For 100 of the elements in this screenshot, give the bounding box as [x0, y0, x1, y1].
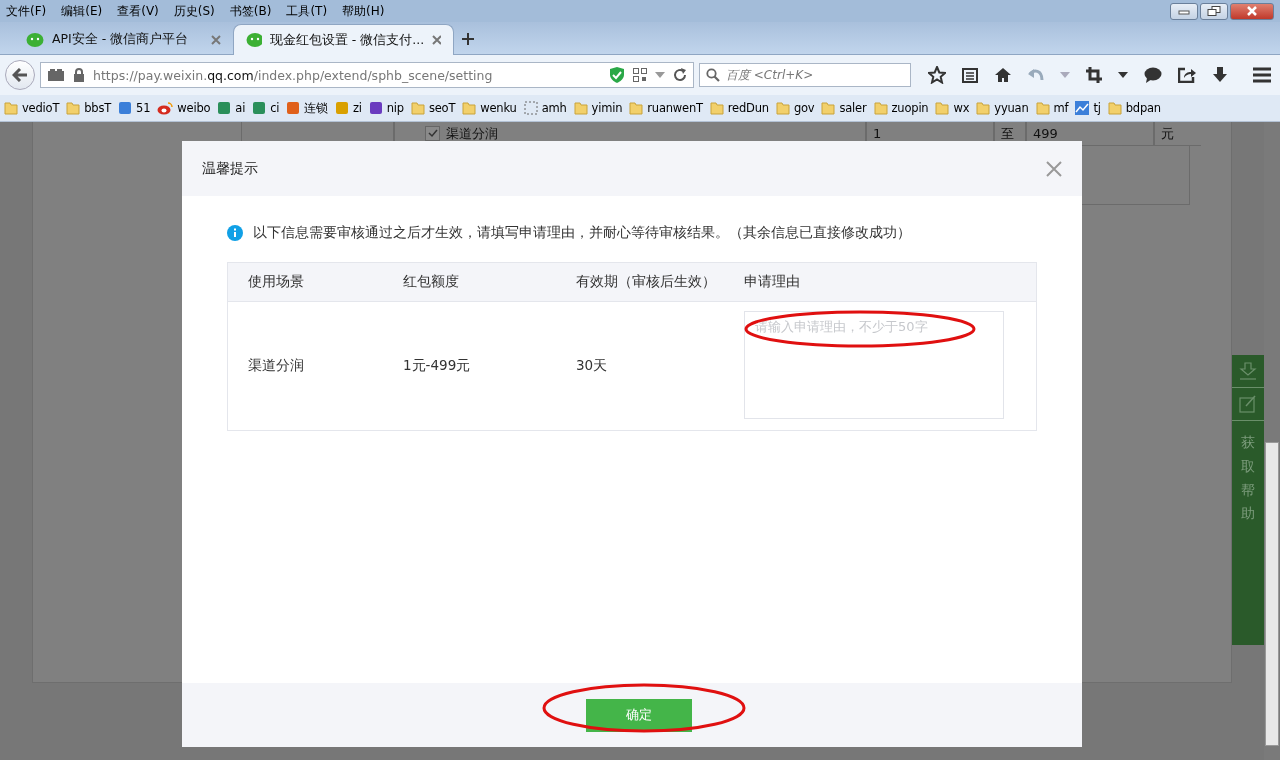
crop-icon[interactable] [1086, 67, 1102, 83]
checkbox[interactable] [425, 126, 440, 141]
menu-icon[interactable] [1252, 67, 1272, 83]
browser-tab[interactable]: 现金红包设置 - 微信支付... [233, 24, 454, 55]
shield-check-icon[interactable] [609, 66, 625, 84]
bookmark-item[interactable]: wenku [462, 101, 517, 115]
bookmark-item[interactable]: amh [523, 101, 567, 115]
chart-icon [1075, 101, 1090, 115]
chat-bubble-icon[interactable] [1144, 67, 1162, 83]
bookmark-item[interactable]: gov [775, 101, 815, 115]
dialog-title: 温馨提示 [202, 159, 258, 178]
download-icon[interactable] [1212, 67, 1228, 83]
lock-icon [73, 68, 85, 82]
folder-icon [410, 101, 425, 115]
share-icon[interactable] [1178, 67, 1196, 83]
folder-icon [462, 101, 477, 115]
bookmark-item[interactable]: 51 [118, 101, 151, 115]
close-icon[interactable] [1046, 160, 1062, 177]
browser-tab[interactable]: API安全 - 微信商户平台 [14, 25, 233, 54]
new-tab-icon[interactable] [462, 33, 474, 45]
reading-list-icon[interactable] [962, 67, 978, 83]
folder-icon [821, 101, 836, 115]
close-button[interactable] [1230, 2, 1274, 20]
edit-icon [1239, 395, 1258, 413]
menu-item[interactable]: 查看(V) [117, 2, 159, 20]
search-field[interactable]: 百度 <Ctrl+K> [699, 63, 911, 87]
dropdown-icon[interactable] [1118, 72, 1128, 78]
bookmark-item[interactable]: redDun [709, 101, 769, 115]
menu-item[interactable]: 工具(T) [286, 2, 328, 20]
site-icon [286, 101, 301, 115]
table-cell-text: 1元-499元 [402, 357, 472, 375]
table-cell-text: 渠道分润 [247, 357, 305, 375]
eye-logo-icon [157, 101, 174, 115]
bookmark-item[interactable]: seoT [410, 101, 456, 115]
home-icon[interactable] [994, 67, 1012, 83]
menu-item[interactable]: 帮助(H) [342, 2, 385, 20]
back-arrow-icon [12, 68, 28, 82]
menu-item[interactable]: 编辑(E) [61, 2, 103, 20]
column-header: 有效期（审核后生效） [575, 273, 717, 291]
bookmark-item[interactable]: bbsT [66, 101, 112, 115]
scene-label: 渠道分润 [446, 124, 498, 143]
folder-icon [1107, 101, 1122, 115]
folder-icon [629, 101, 644, 115]
site-icon [217, 101, 232, 115]
menu-item[interactable]: 文件(F) [6, 2, 47, 20]
bookmark-item[interactable]: 连锁 [286, 100, 328, 116]
back-button[interactable] [5, 60, 35, 90]
bookmark-item[interactable]: ruanwenT [629, 101, 703, 115]
site-icon [368, 101, 383, 115]
unit-label: 元 [1161, 124, 1174, 143]
bookmark-item[interactable]: vedioT [4, 101, 60, 115]
folder-icon [1035, 101, 1050, 115]
chat-bubble-icon [246, 32, 262, 48]
range-separator: 至 [1001, 124, 1014, 143]
folder-icon [775, 101, 790, 115]
folder-icon [873, 101, 888, 115]
bookmark-item[interactable]: tj [1075, 101, 1101, 115]
scrollbar-thumb[interactable] [1265, 442, 1279, 746]
close-tab-icon[interactable] [211, 34, 221, 45]
bookmark-item[interactable]: mf [1035, 101, 1069, 115]
bookmark-item[interactable]: saler [821, 101, 867, 115]
folder-icon [935, 101, 950, 115]
bookmark-item[interactable]: yyuan [976, 101, 1029, 115]
folder-icon [4, 101, 18, 115]
bookmark-item[interactable]: ai [217, 101, 246, 115]
folder-icon [976, 101, 991, 115]
url-text: https://pay.weixin.qq.com/index.php/extend/sphb_scene/setting [93, 67, 494, 83]
address-field[interactable]: https://pay.weixin.qq.com/index.php/extend/sphb_scene/setting [40, 62, 694, 88]
restore-button[interactable] [1200, 2, 1228, 20]
column-header: 使用场景 [247, 273, 305, 291]
column-header: 申请理由 [743, 273, 801, 291]
site-icon [252, 101, 267, 115]
tab-group-icon[interactable] [47, 69, 65, 81]
qr-code-icon[interactable] [633, 68, 647, 82]
bookmark-item[interactable]: bdpan [1107, 101, 1161, 115]
bookmark-item[interactable]: zuopin [873, 101, 929, 115]
bookmark-item[interactable]: wx [935, 101, 970, 115]
download-icon [1239, 362, 1258, 380]
table-cell-text: 30天 [575, 357, 609, 375]
reload-icon[interactable] [673, 68, 687, 82]
bookmark-item[interactable]: zi [334, 101, 362, 115]
bookmark-item[interactable]: weibo [157, 101, 211, 115]
restore-icon [1207, 6, 1221, 16]
folder-icon [709, 101, 724, 115]
close-tab-icon[interactable] [432, 35, 441, 45]
bookmark-item[interactable]: yimin [573, 101, 623, 115]
blank-page-icon [523, 101, 538, 115]
column-header: 红包额度 [402, 273, 460, 291]
max-value: 499 [1033, 126, 1058, 141]
bookmark-item[interactable]: ci [252, 101, 280, 115]
menu-item[interactable]: 历史(S) [173, 2, 215, 20]
minimize-icon [1177, 7, 1191, 15]
star-icon[interactable] [928, 66, 946, 84]
bookmark-item[interactable]: nip [368, 101, 404, 115]
close-icon [1245, 6, 1259, 16]
menu-item[interactable]: 书签(B) [229, 2, 272, 20]
info-icon [227, 225, 243, 241]
chat-bubble-icon [26, 31, 44, 48]
min-value: 1 [873, 126, 882, 141]
site-icon [118, 101, 133, 115]
